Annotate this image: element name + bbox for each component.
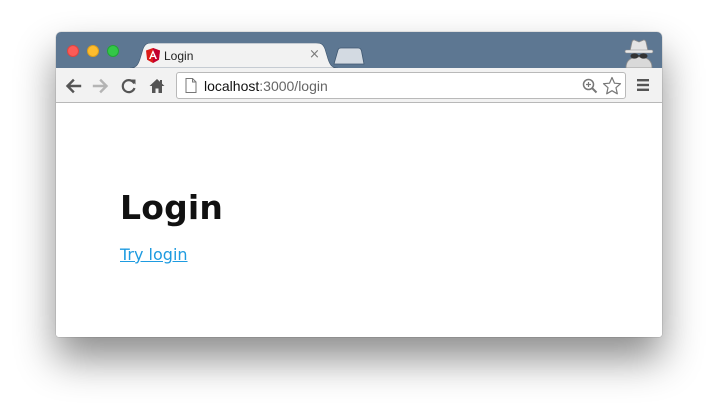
forward-arrow-icon[interactable]	[92, 77, 110, 95]
zoom-icon[interactable]	[582, 78, 598, 94]
minimize-window-button[interactable]	[87, 45, 99, 57]
reload-icon[interactable]	[120, 77, 138, 95]
title-bar: Login ×	[56, 32, 662, 68]
browser-window: Login × localhost:3000/login Login Try l…	[56, 32, 662, 337]
address-bar[interactable]: localhost:3000/login	[176, 72, 626, 99]
new-tab-button[interactable]	[332, 47, 366, 65]
page-title: Login	[120, 188, 224, 227]
active-tab[interactable]	[130, 43, 338, 68]
star-icon[interactable]	[602, 76, 622, 96]
menu-icon[interactable]	[636, 78, 650, 92]
zoom-window-button[interactable]	[107, 45, 119, 57]
home-icon[interactable]	[148, 77, 166, 95]
url-host: localhost	[204, 78, 260, 94]
page-icon	[185, 78, 197, 93]
url-text[interactable]: localhost:3000/login	[204, 78, 328, 94]
url-path: :3000/login	[259, 78, 328, 94]
close-window-button[interactable]	[67, 45, 79, 57]
browser-toolbar: localhost:3000/login	[56, 68, 662, 103]
incognito-icon[interactable]	[622, 38, 656, 68]
angular-logo-icon	[146, 48, 160, 63]
page-content: Login Try login	[56, 104, 662, 337]
back-arrow-icon[interactable]	[64, 77, 82, 95]
tab-close-icon[interactable]: ×	[309, 47, 320, 62]
try-login-link[interactable]: Try login	[120, 245, 188, 264]
tab-title: Login	[164, 49, 194, 63]
